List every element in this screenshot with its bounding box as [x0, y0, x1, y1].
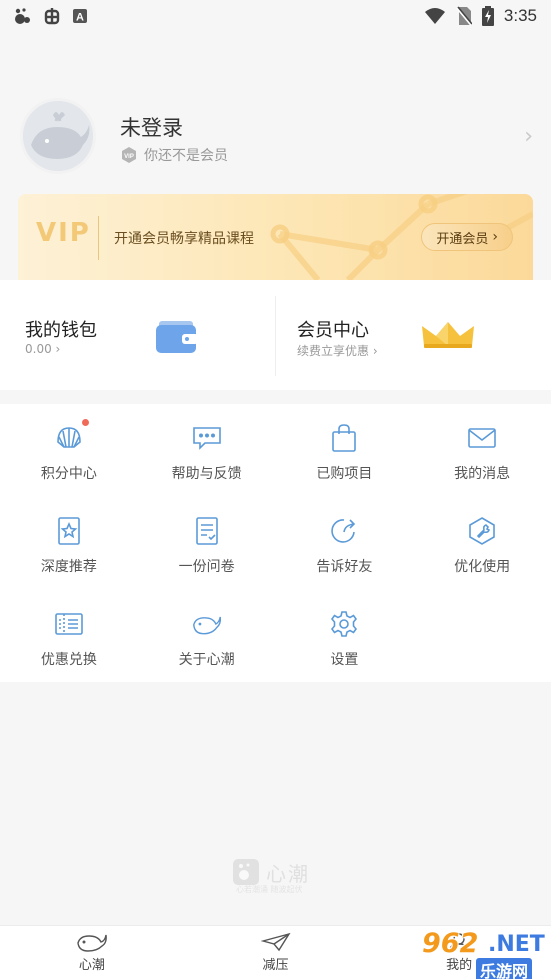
grid-label: 一份问卷 [178, 559, 235, 575]
member-center-subtitle: 续费立享优惠 [297, 344, 370, 358]
profile-header[interactable]: 未登录 VIP 你还不是会员 › [0, 90, 551, 182]
chevron-right-icon: › [492, 229, 498, 245]
whale-tab-icon [77, 934, 107, 952]
vip-promo-text: 开通会员畅享精品课程 [114, 231, 254, 247]
status-bar: A 3:35 [0, 0, 551, 32]
paper-plane-icon [260, 932, 291, 952]
grid-label: 告诉好友 [316, 559, 373, 575]
grid-label: 我的消息 [454, 466, 511, 482]
member-status: VIP 你还不是会员 [120, 145, 228, 165]
app-notification-icon [12, 6, 32, 26]
bookmark-star-icon [54, 516, 84, 546]
coupon-icon [54, 609, 84, 639]
no-sim-icon [456, 6, 472, 26]
member-center-card[interactable]: 会员中心 续费立享优惠 › [276, 280, 551, 390]
grid-item-purchased[interactable]: 已购项目 [276, 404, 414, 497]
tab-label: 心潮 [78, 958, 105, 973]
profile-name[interactable]: 未登录 [120, 112, 183, 142]
app-logo-icon [233, 859, 259, 885]
questionnaire-icon [192, 516, 222, 546]
watermark-subtitle: 心若潮涌 随波起伏 [236, 885, 303, 894]
status-time: 3:35 [503, 6, 537, 25]
bug-icon [42, 6, 62, 26]
grid-item-tell-friends[interactable]: 告诉好友 [276, 497, 414, 590]
grid-label: 设置 [330, 652, 359, 668]
wallet-icon [156, 318, 198, 358]
whale-icon [192, 609, 222, 639]
wallet-card[interactable]: 我的钱包 0.00 › [0, 280, 275, 390]
chevron-right-icon: › [372, 344, 378, 358]
open-membership-button[interactable]: 开通会员 › [421, 223, 513, 251]
status-right: 3:35 [424, 6, 537, 26]
badge-sub: 乐游网 [476, 958, 533, 979]
gear-icon [329, 609, 359, 639]
grid-label: 优化使用 [454, 559, 511, 575]
grid-label: 已购项目 [316, 466, 373, 482]
grid-item-messages[interactable]: 我的消息 [413, 404, 551, 497]
grid-label: 帮助与反馈 [171, 466, 242, 482]
battery-charging-icon [481, 6, 494, 26]
watermark-title: 心潮 [266, 861, 310, 886]
share-icon [329, 516, 359, 546]
tab-home[interactable]: 心潮 [0, 926, 184, 979]
avatar[interactable] [20, 98, 96, 174]
chevron-right-icon: › [55, 342, 61, 356]
tab-relax[interactable]: 减压 [184, 926, 368, 979]
feature-grid: 积分中心 帮助与反馈 已购项目 我的消息 深度推荐 一份问卷 告诉好友 优化使用… [0, 404, 551, 682]
member-center-title: 会员中心 [297, 320, 369, 341]
wallet-balance: 0.00 [25, 342, 52, 356]
vip-badge-icon: VIP [120, 146, 138, 164]
svg-text:A: A [76, 12, 84, 24]
wifi-icon [424, 7, 446, 25]
shell-icon [54, 423, 84, 453]
grid-item-optimize[interactable]: 优化使用 [413, 497, 551, 590]
crown-icon [420, 320, 476, 354]
grid-item-coupon[interactable]: 优惠兑换 [0, 590, 138, 683]
grid-label: 深度推荐 [40, 559, 97, 575]
grid-item-recommend[interactable]: 深度推荐 [0, 497, 138, 590]
grid-item-about[interactable]: 关于心潮 [138, 590, 276, 683]
grid-label: 优惠兑换 [40, 652, 97, 668]
member-center-subtitle-row: 续费立享优惠 › [297, 342, 378, 359]
wallet-member-row: 我的钱包 0.00 › 会员中心 续费立享优惠 › [0, 280, 551, 390]
app-watermark: 心潮 心若潮涌 随波起伏 [232, 850, 332, 894]
vip-divider [98, 216, 99, 260]
grid-item-settings[interactable]: 设置 [276, 590, 414, 683]
grid-item-help-feedback[interactable]: 帮助与反馈 [138, 404, 276, 497]
tab-label: 减压 [262, 958, 289, 973]
status-left: A [12, 6, 88, 26]
vip-banner[interactable]: VIP 开通会员畅享精品课程 开通会员 › [18, 194, 533, 280]
svg-text:VIP: VIP [124, 154, 134, 160]
wallet-value: 0.00 › [25, 342, 60, 356]
vip-logo: VIP [36, 218, 91, 248]
grid-label: 关于心潮 [178, 652, 235, 668]
wrench-icon [467, 516, 497, 546]
badge-net: .NET [488, 932, 545, 957]
badge-number: 962 [422, 928, 479, 959]
notification-dot [82, 419, 89, 426]
chevron-right-icon: › [524, 124, 533, 149]
text-a-icon: A [72, 8, 88, 24]
grid-item-questionnaire[interactable]: 一份问卷 [138, 497, 276, 590]
grid-item-points-center[interactable]: 积分中心 [0, 404, 138, 497]
shopping-bag-icon [329, 423, 359, 453]
whale-avatar-icon [23, 101, 93, 171]
site-watermark-badge: 962 .NET 乐游网 [412, 928, 551, 979]
wallet-title: 我的钱包 [25, 320, 97, 341]
chat-bubble-icon [192, 423, 222, 453]
grid-label: 积分中心 [40, 466, 97, 482]
open-membership-label: 开通会员 [436, 231, 489, 247]
member-status-text: 你还不是会员 [144, 148, 228, 164]
envelope-icon [467, 423, 497, 453]
